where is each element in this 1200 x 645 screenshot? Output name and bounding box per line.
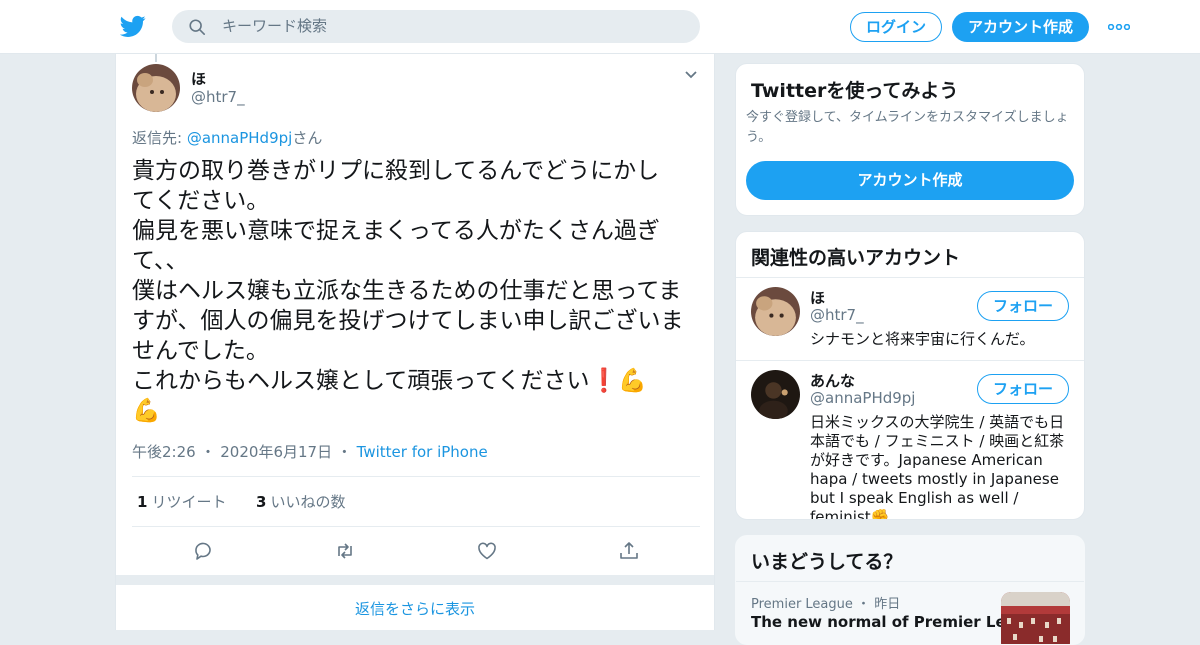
follow-button[interactable]: フォロー <box>977 291 1069 321</box>
signup-promo-description: 今すぐ登録して、タイムラインをカスタマイズしましょう。 <box>746 110 1069 145</box>
replying-to: 返信先: @annaPHd9pjさん <box>132 127 322 148</box>
tweet-author-handle[interactable]: @htr7_ <box>191 88 245 106</box>
tweet-stats: 1 リツイート 3 いいねの数 <box>137 491 345 512</box>
login-button[interactable]: ログイン <box>850 12 942 42</box>
show-more-replies-link[interactable]: 返信をさらに表示 <box>116 585 714 630</box>
divider <box>736 581 1084 582</box>
tweet-meta: 午後2:26 ・ 2020年6月17日 ・ Twitter for iPhone <box>132 441 488 462</box>
search-icon <box>189 19 206 36</box>
whats-happening-card: いまどうしてる？ Premier League ・ 昨日 The new nor… <box>735 535 1085 645</box>
related-accounts-title: 関連性の高いアカウント <box>751 247 961 269</box>
like-count: 3 <box>256 493 267 511</box>
signup-promo-title: Twitterを使ってみよう <box>751 80 959 102</box>
trend-time: 昨日 <box>874 597 901 612</box>
retweet-icon[interactable] <box>334 540 356 562</box>
divider <box>736 277 1084 278</box>
signup-promo-button[interactable]: アカウント作成 <box>746 161 1074 200</box>
retweet-stat[interactable]: 1 リツイート <box>137 493 226 511</box>
account-handle[interactable]: @annaPHd9pj <box>810 389 915 407</box>
tweet-time[interactable]: 午後2:26 <box>132 443 196 461</box>
like-icon[interactable] <box>476 540 498 562</box>
chevron-down-icon[interactable] <box>684 70 698 80</box>
trend-thumbnail[interactable] <box>1001 592 1070 644</box>
reply-icon[interactable] <box>192 540 214 562</box>
avatar[interactable] <box>751 287 800 336</box>
trend-meta: Premier League ・ 昨日 <box>751 593 900 612</box>
like-stat[interactable]: 3 いいねの数 <box>256 493 345 511</box>
replying-mention-link[interactable]: @annaPHd9pj <box>187 129 292 147</box>
tweet-date[interactable]: 2020年6月17日 <box>220 443 332 461</box>
share-icon[interactable] <box>618 540 640 562</box>
tweet-detail-panel: ほ @htr7_ 返信先: @annaPHd9pjさん 貴方の取り巻きがリプに殺… <box>115 54 715 630</box>
account-name[interactable]: あんな <box>810 370 855 391</box>
related-accounts-card: 関連性の高いアカウント ほ @htr7_ フォロー シナモンと将来宇宙に行くんだ… <box>735 231 1085 520</box>
account-handle[interactable]: @htr7_ <box>810 306 864 324</box>
search-input[interactable]: キーワード検索 <box>222 10 327 43</box>
follow-button[interactable]: フォロー <box>977 374 1069 404</box>
replying-suffix: さん <box>292 129 323 147</box>
whats-happening-title: いまどうしてる？ <box>751 551 903 573</box>
avatar[interactable] <box>751 370 800 419</box>
thread-connector <box>155 54 157 62</box>
meta-separator: ・ <box>336 443 352 461</box>
replying-prefix: 返信先: <box>132 129 187 147</box>
tweet-text: 貴方の取り巻きがリプに殺到してるんでどうにかし てください。 偏見を悪い意味で捉… <box>132 158 684 424</box>
tweet-source-link[interactable]: Twitter for iPhone <box>357 443 488 461</box>
signup-promo-card: Twitterを使ってみよう 今すぐ登録して、タイムラインをカスタマイズしましょ… <box>735 63 1085 216</box>
search-bar[interactable]: キーワード検索 <box>172 10 700 43</box>
signup-button[interactable]: アカウント作成 <box>952 12 1089 42</box>
divider <box>132 476 700 477</box>
divider <box>736 360 1084 361</box>
meta-separator: ・ <box>857 597 871 612</box>
account-bio: シナモンと将来宇宙に行くんだ。 <box>810 330 1035 348</box>
twitter-logo-icon[interactable] <box>120 13 146 39</box>
divider <box>132 526 700 527</box>
meta-separator: ・ <box>200 443 216 461</box>
section-separator <box>116 575 714 585</box>
retweet-count: 1 <box>137 493 148 511</box>
account-name[interactable]: ほ <box>810 287 825 308</box>
retweet-label: リツイート <box>151 493 227 511</box>
avatar[interactable] <box>132 64 180 112</box>
account-bio: 日米ミックスの大学院生 / 英語でも日本語でも / フェミニスト / 映画と紅茶… <box>810 413 1065 520</box>
trend-source: Premier League <box>751 597 853 612</box>
like-label: いいねの数 <box>270 493 346 511</box>
top-navigation-bar: キーワード検索 ログイン アカウント作成 <box>0 0 1200 54</box>
tweet-author-name[interactable]: ほ <box>191 68 206 89</box>
more-dots-icon[interactable] <box>1108 24 1130 30</box>
